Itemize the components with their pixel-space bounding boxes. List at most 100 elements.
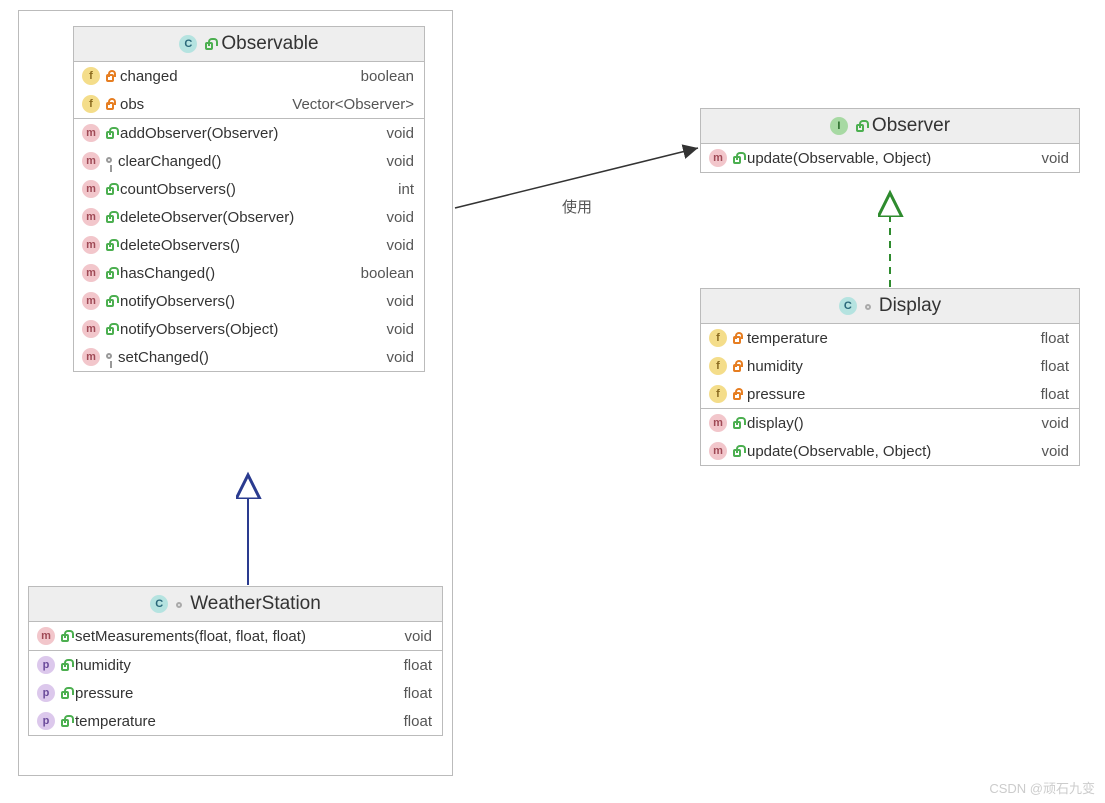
class-header: C Observable <box>74 27 424 62</box>
field-icon: f <box>709 385 727 403</box>
method-type: void <box>378 349 414 366</box>
method-type: void <box>378 237 414 254</box>
method-name: notifyObservers(Object) <box>120 321 372 338</box>
class-observable: C Observable f changed boolean f obs Vec… <box>73 26 425 372</box>
public-icon <box>205 42 213 50</box>
private-icon <box>106 102 114 110</box>
method-row: m notifyObservers(Object) void <box>74 315 424 343</box>
method-row: m update(Observable, Object) void <box>701 437 1079 465</box>
method-row: m setChanged() void <box>74 343 424 371</box>
method-icon: m <box>82 264 100 282</box>
field-icon: f <box>82 95 100 113</box>
private-icon <box>733 336 741 344</box>
public-icon <box>106 299 114 307</box>
class-title: Observable <box>221 33 318 55</box>
field-icon: f <box>709 357 727 375</box>
class-icon: C <box>839 297 857 315</box>
class-title: Observer <box>872 115 950 137</box>
public-icon <box>856 124 864 132</box>
method-row: mclearChanged()void <box>74 147 424 175</box>
class-weatherstation: C WeatherStation msetMeasurements(float,… <box>28 586 443 736</box>
public-icon <box>733 449 741 457</box>
method-name: deleteObservers() <box>120 237 372 254</box>
class-icon: C <box>150 595 168 613</box>
field-row: f obs Vector<Observer> <box>74 90 424 118</box>
field-type: float <box>1033 330 1069 347</box>
public-icon <box>61 634 69 642</box>
private-icon <box>733 364 741 372</box>
property-name: humidity <box>75 657 390 674</box>
method-icon: m <box>82 236 100 254</box>
method-icon: m <box>82 320 100 338</box>
field-row: f changed boolean <box>74 62 424 90</box>
method-name: countObservers() <box>120 181 384 198</box>
public-icon <box>61 663 69 671</box>
interface-icon: I <box>830 117 848 135</box>
package-icon <box>176 602 182 608</box>
class-icon: C <box>179 35 197 53</box>
property-name: pressure <box>75 685 390 702</box>
method-icon: m <box>709 442 727 460</box>
method-type: int <box>390 181 414 198</box>
class-header: I Observer <box>701 109 1079 144</box>
class-header: C Display <box>701 289 1079 324</box>
interface-observer: I Observer mupdate(Observable, Object)vo… <box>700 108 1080 173</box>
method-type: boolean <box>353 265 414 282</box>
public-icon <box>106 327 114 335</box>
property-type: float <box>396 713 432 730</box>
method-name: hasChanged() <box>120 265 347 282</box>
method-type: void <box>378 209 414 226</box>
property-row: phumidityfloat <box>29 651 442 679</box>
method-row: maddObserver(Observer)void <box>74 119 424 147</box>
method-section: mupdate(Observable, Object)void <box>701 144 1079 172</box>
method-type: void <box>378 321 414 338</box>
method-name: update(Observable, Object) <box>747 443 1027 460</box>
private-icon <box>733 392 741 400</box>
class-title: Display <box>879 295 941 317</box>
field-row: f temperature float <box>701 324 1079 352</box>
public-icon <box>106 215 114 223</box>
method-row: msetMeasurements(float, float, float)voi… <box>29 622 442 650</box>
method-row: mdeleteObserver(Observer)void <box>74 203 424 231</box>
method-type: void <box>1033 150 1069 167</box>
public-icon <box>106 131 114 139</box>
method-icon: m <box>82 180 100 198</box>
property-icon: p <box>37 656 55 674</box>
method-type: void <box>1033 415 1069 432</box>
field-name: temperature <box>747 330 1027 347</box>
method-icon: m <box>709 149 727 167</box>
class-display: C Display ftemperaturefloat fhumidityflo… <box>700 288 1080 466</box>
method-icon: m <box>709 414 727 432</box>
field-section: f changed boolean f obs Vector<Observer> <box>74 62 424 118</box>
public-icon <box>106 187 114 195</box>
field-type: float <box>1033 386 1069 403</box>
uses-label: 使用 <box>560 196 594 217</box>
protected-icon <box>106 353 112 359</box>
field-type: float <box>1033 358 1069 375</box>
class-header: C WeatherStation <box>29 587 442 622</box>
public-icon <box>61 691 69 699</box>
field-row: f pressure float <box>701 380 1079 408</box>
method-row: mnotifyObservers()void <box>74 287 424 315</box>
property-name: temperature <box>75 713 390 730</box>
method-row: m countObservers() int <box>74 175 424 203</box>
field-icon: f <box>82 67 100 85</box>
method-name: clearChanged() <box>118 153 372 170</box>
method-type: void <box>1033 443 1069 460</box>
field-icon: f <box>709 329 727 347</box>
method-name: setMeasurements(float, float, float) <box>75 628 390 645</box>
public-icon <box>106 271 114 279</box>
property-section: phumidityfloat ppressurefloat ptemperatu… <box>29 651 442 735</box>
public-icon <box>733 421 741 429</box>
class-title: WeatherStation <box>190 593 321 615</box>
field-name: pressure <box>747 386 1027 403</box>
method-name: setChanged() <box>118 349 372 366</box>
method-icon: m <box>82 348 100 366</box>
method-type: void <box>378 293 414 310</box>
method-type: void <box>378 125 414 142</box>
method-icon: m <box>82 152 100 170</box>
property-icon: p <box>37 684 55 702</box>
method-icon: m <box>82 124 100 142</box>
method-row: m deleteObservers() void <box>74 231 424 259</box>
field-type: boolean <box>353 68 414 85</box>
